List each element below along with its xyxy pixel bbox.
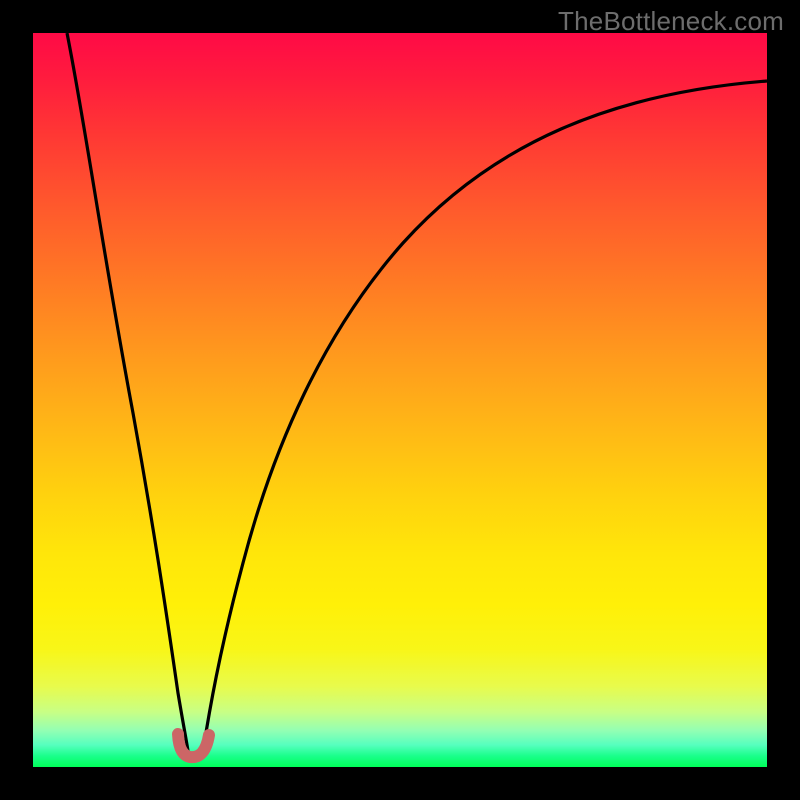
curve-layer [33, 33, 767, 767]
curve-left [67, 33, 188, 751]
watermark-text: TheBottleneck.com [558, 6, 784, 37]
plot-area [33, 33, 767, 767]
curve-right [203, 81, 767, 751]
minimum-marker [178, 734, 209, 757]
